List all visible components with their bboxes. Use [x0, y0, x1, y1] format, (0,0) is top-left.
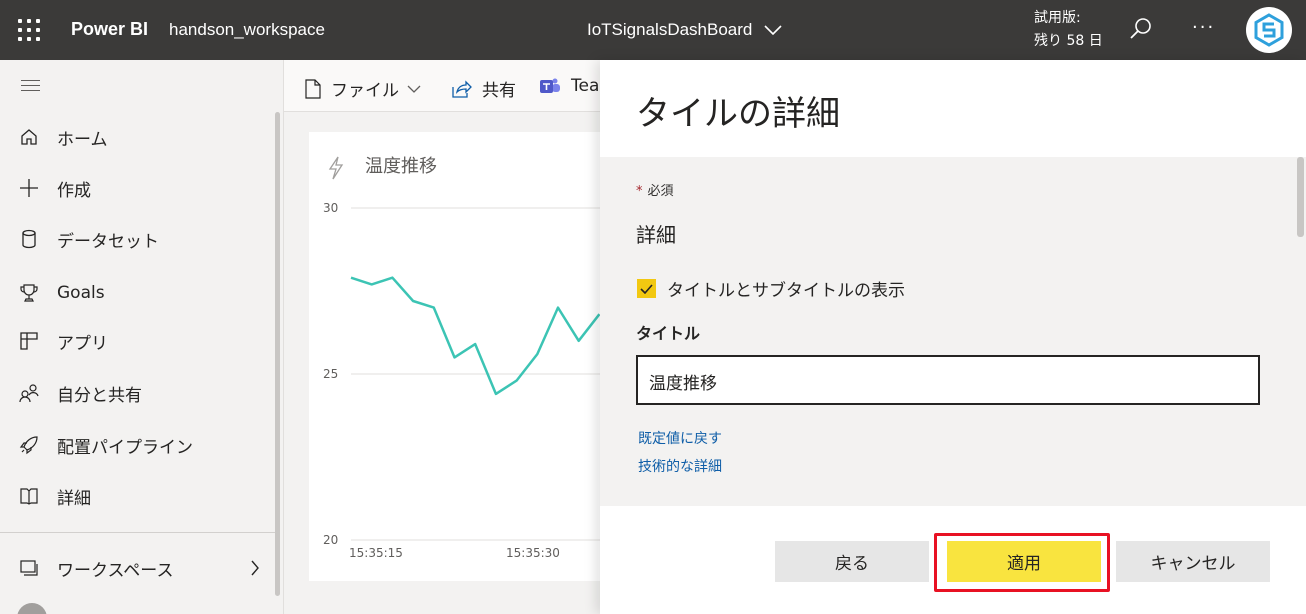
- required-note: * 必須: [636, 184, 674, 199]
- technical-details-link[interactable]: 技術的な詳細: [638, 456, 722, 476]
- x-tick-label: 15:35:15: [349, 546, 403, 560]
- dashboard-name-dropdown[interactable]: IoTSignalsDashBoard: [587, 20, 782, 40]
- database-icon: [18, 228, 40, 250]
- nav-label: 配置パイプライン: [57, 437, 193, 458]
- teams-label: Tea: [571, 76, 600, 96]
- action-bar: ファイル 共有 Tea: [284, 60, 600, 112]
- share-label: 共有: [482, 81, 516, 101]
- people-icon: [18, 382, 40, 404]
- nav-label: データセット: [57, 231, 159, 252]
- top-bar: Power BI handson_workspace IoTSignalsDas…: [0, 0, 1306, 60]
- trial-days: 残り 58 日: [1034, 33, 1103, 49]
- home-icon: [18, 126, 40, 148]
- panel-body: * 必須 詳細 タイトルとサブタイトルの表示 タイトル 温度推移 既定値に戻す 技…: [600, 157, 1306, 506]
- rocket-icon: [18, 434, 40, 456]
- y-tick-label: 20: [323, 533, 338, 547]
- nav-scrollbar[interactable]: [275, 112, 280, 596]
- nav-label: Goals: [57, 283, 105, 303]
- file-icon: [305, 78, 321, 99]
- nav-item-shared[interactable]: 自分と共有: [0, 373, 272, 413]
- nav-label: 自分と共有: [57, 385, 142, 406]
- nav-label: 詳細: [57, 488, 91, 509]
- nav-item-pipelines[interactable]: 配置パイプライン: [0, 425, 272, 465]
- y-tick-label: 30: [323, 201, 338, 215]
- file-menu[interactable]: ファイル: [305, 76, 421, 101]
- series-line: [350, 276, 601, 396]
- teams-button[interactable]: Tea: [539, 76, 599, 96]
- search-icon[interactable]: [1129, 17, 1153, 41]
- panel-title: タイルの詳細: [636, 94, 840, 134]
- required-label: 必須: [647, 184, 674, 199]
- title-field-label: タイトル: [636, 324, 701, 343]
- account-avatar[interactable]: [1246, 7, 1292, 53]
- brand-title[interactable]: Power BI: [71, 19, 148, 40]
- file-label: ファイル: [331, 81, 399, 101]
- more-options-icon[interactable]: ···: [1192, 17, 1215, 38]
- nav-item-goals[interactable]: Goals: [0, 273, 272, 313]
- panel-footer: 戻る 適用 キャンセル: [600, 506, 1306, 614]
- left-navigation: ホーム 作成 データセット Goals アプリ 自分と共有 配置パイプライン 詳…: [0, 60, 284, 614]
- nav-label: 作成: [57, 180, 91, 201]
- nav-item-datasets[interactable]: データセット: [0, 219, 272, 259]
- cancel-button[interactable]: キャンセル: [1116, 541, 1270, 582]
- x-tick-label: 15:35:30: [506, 546, 560, 560]
- plus-icon: [18, 177, 40, 199]
- trial-status[interactable]: 試用版: 残り 58 日: [1034, 7, 1103, 53]
- nav-divider: [0, 532, 276, 533]
- dashboard-name: IoTSignalsDashBoard: [587, 20, 753, 39]
- back-button[interactable]: 戻る: [775, 541, 929, 582]
- y-tick-label: 25: [323, 367, 338, 381]
- apps-icon: [18, 330, 40, 352]
- tile-details-panel: タイルの詳細 * 必須 詳細 タイトルとサブタイトルの表示 タイトル 温度推移 既…: [600, 60, 1306, 614]
- apply-button[interactable]: 適用: [947, 541, 1101, 582]
- dashboard-content: ファイル 共有 Tea 温度推移 30 25 20 15:35:15 15:35:30: [284, 60, 609, 614]
- panel-scrollbar[interactable]: [1295, 157, 1306, 506]
- chevron-right-icon: [251, 560, 259, 576]
- hamburger-menu-icon[interactable]: [21, 80, 40, 95]
- chevron-down-icon: [764, 25, 782, 35]
- share-icon: [452, 79, 472, 98]
- nav-item-learn[interactable]: 詳細: [0, 476, 272, 516]
- share-button[interactable]: 共有: [452, 76, 516, 101]
- nav-item-create[interactable]: 作成: [0, 168, 272, 208]
- nav-item-workspaces[interactable]: ワークスペース: [0, 548, 272, 588]
- nav-label: ホーム: [57, 129, 108, 150]
- nav-label: アプリ: [57, 333, 108, 354]
- panel-header: タイルの詳細: [600, 60, 1306, 157]
- checkbox-label: タイトルとサブタイトルの表示: [667, 281, 905, 301]
- dashboard-tile[interactable]: 温度推移 30 25 20 15:35:15 15:35:30: [309, 132, 609, 581]
- nav-item-home[interactable]: ホーム: [0, 117, 272, 157]
- workspaces-icon: [18, 557, 40, 579]
- workspace-name[interactable]: handson_workspace: [169, 20, 325, 40]
- nav-label: ワークスペース: [57, 560, 174, 581]
- app-launcher-icon[interactable]: [18, 19, 40, 41]
- account-logo-icon: [1254, 13, 1284, 47]
- teams-icon: [540, 78, 560, 93]
- trophy-icon: [18, 282, 40, 304]
- reset-default-link[interactable]: 既定値に戻す: [638, 428, 722, 448]
- show-title-checkbox[interactable]: タイトルとサブタイトルの表示: [637, 276, 905, 301]
- title-input[interactable]: 温度推移: [636, 355, 1260, 405]
- line-chart: 30 25 20 15:35:15 15:35:30: [323, 201, 609, 560]
- book-icon: [18, 485, 40, 507]
- chevron-down-icon: [407, 85, 421, 93]
- trial-label: 試用版:: [1034, 10, 1081, 26]
- nav-item-apps[interactable]: アプリ: [0, 321, 272, 361]
- section-heading: 詳細: [636, 223, 676, 247]
- checkbox-checked-icon[interactable]: [637, 279, 656, 298]
